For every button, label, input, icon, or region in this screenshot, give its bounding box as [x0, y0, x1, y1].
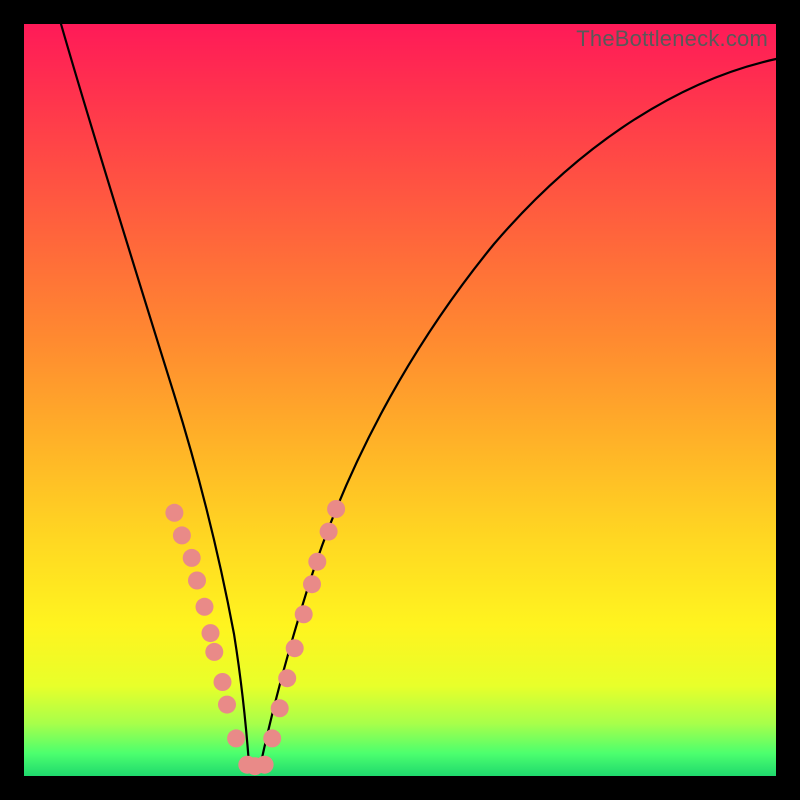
chart-frame: TheBottleneck.com: [24, 24, 776, 776]
data-dot: [271, 699, 289, 717]
data-dot: [214, 673, 232, 691]
data-dot: [295, 605, 313, 623]
data-dot: [218, 696, 236, 714]
data-dot: [327, 500, 345, 518]
data-dot: [286, 639, 304, 657]
chart-svg: [24, 24, 776, 776]
data-dot: [173, 526, 191, 544]
data-dot: [278, 669, 296, 687]
data-dot: [256, 756, 274, 774]
data-dot: [188, 572, 206, 590]
data-dot: [202, 624, 220, 642]
bottleneck-curve: [61, 24, 776, 772]
dot-cluster: [165, 500, 345, 775]
data-dot: [263, 729, 281, 747]
data-dot: [227, 729, 245, 747]
data-dot: [205, 643, 223, 661]
data-dot: [165, 504, 183, 522]
watermark-text: TheBottleneck.com: [576, 26, 768, 52]
data-dot: [308, 553, 326, 571]
data-dot: [303, 575, 321, 593]
data-dot: [196, 598, 214, 616]
data-dot: [183, 549, 201, 567]
data-dot: [320, 523, 338, 541]
